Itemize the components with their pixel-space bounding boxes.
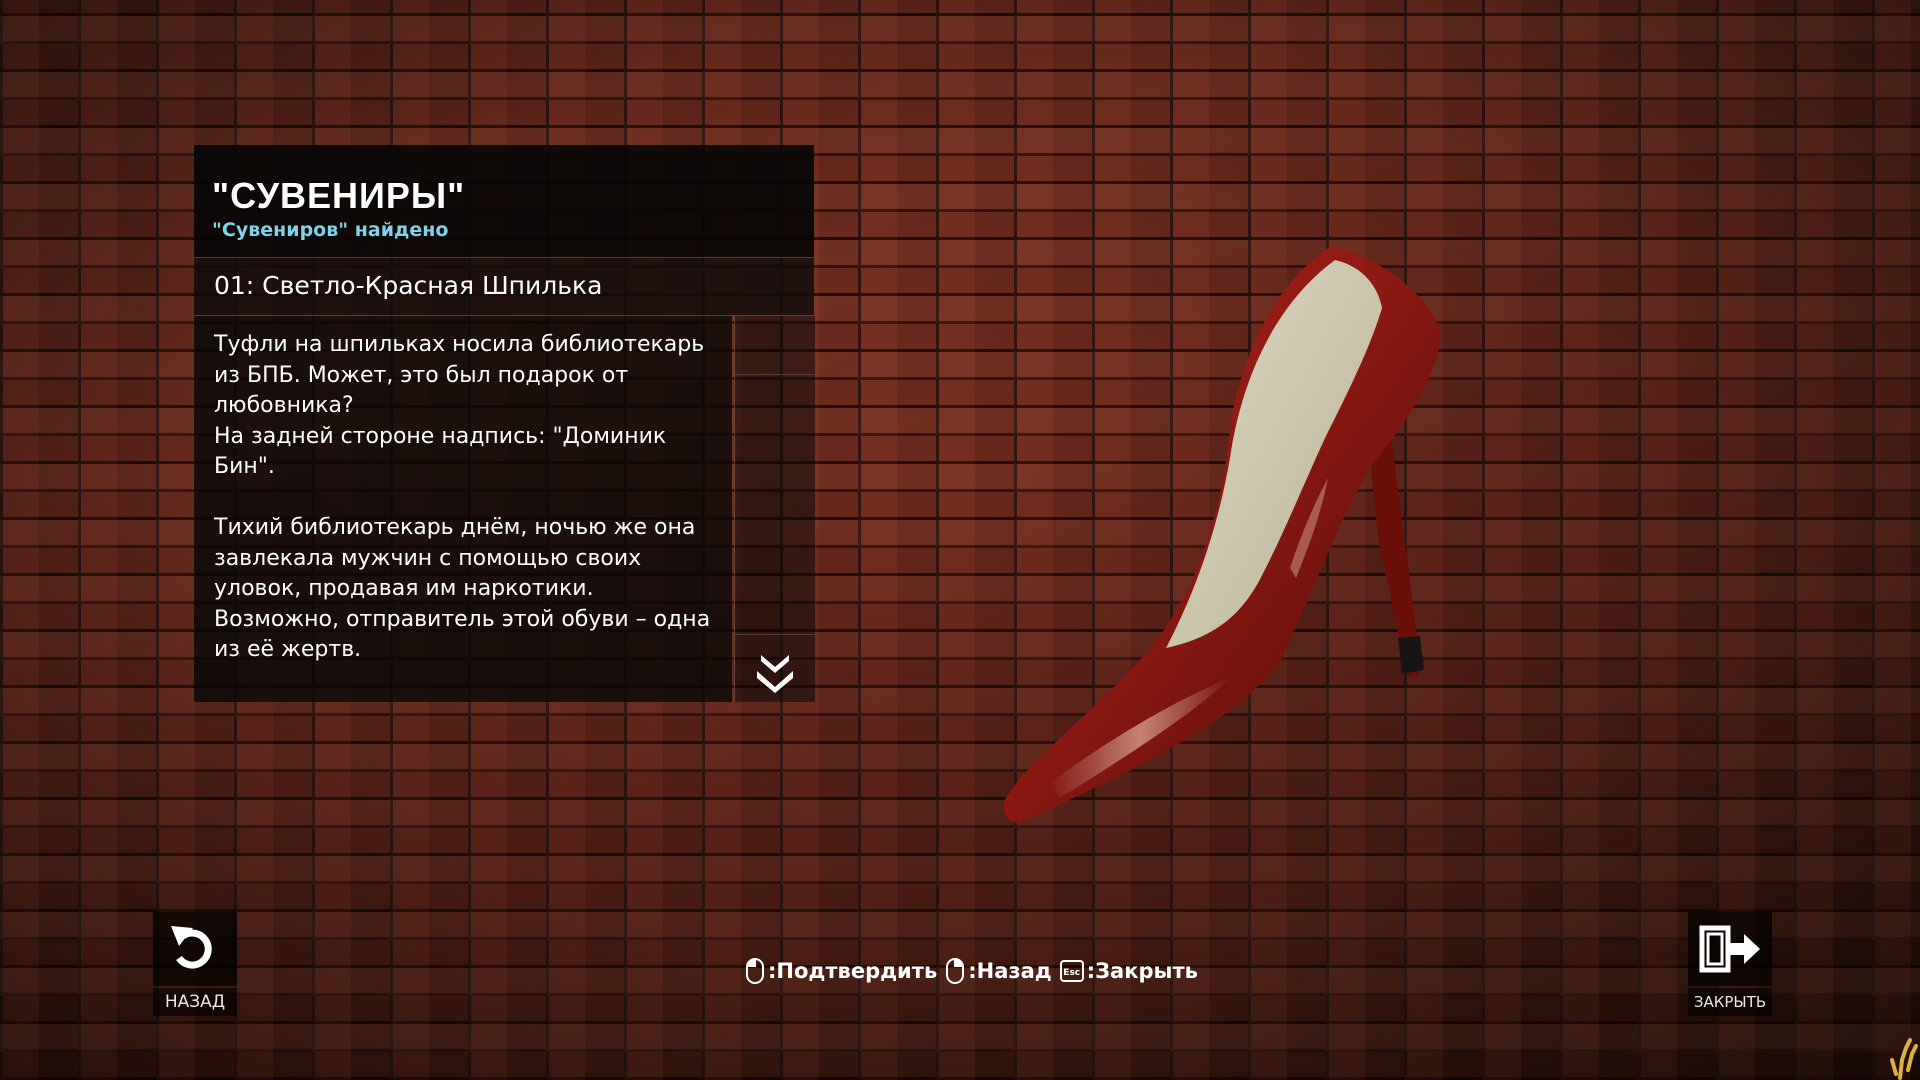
close-button-icon-box <box>1688 912 1772 986</box>
scroll-cell <box>735 634 815 635</box>
selected-item-row[interactable]: 01: Светло-Красная Шпилька <box>194 258 814 316</box>
undo-arrow-icon <box>171 926 212 969</box>
description-box: Туфли на шпильках носила библиотекарь из… <box>194 316 732 702</box>
esc-key-icon: Esc <box>1059 960 1084 982</box>
control-hints-bar: :Подтвердить :Назад Esc :Закрыть <box>745 955 1206 987</box>
panel-subtitle: "Сувениров" найдено <box>212 219 449 241</box>
close-button[interactable]: ЗАКРЫТЬ <box>1688 912 1772 1016</box>
red-stiletto-shoe-image <box>1003 246 1441 823</box>
close-button-label: ЗАКРЫТЬ <box>1688 988 1772 1016</box>
back-button-label: НАЗАД <box>153 988 237 1016</box>
scroll-column[interactable] <box>734 316 815 702</box>
item-description: Туфли на шпильках носила библиотекарь из… <box>214 332 711 662</box>
confirm-hint-text: :Подтвердить <box>768 959 938 983</box>
souvenir-info-panel: "СУВЕНИРЫ" "Сувениров" найдено 01: Светл… <box>194 145 815 702</box>
back-hint-text: :Назад <box>968 959 1052 983</box>
panel-header: "СУВЕНИРЫ" "Сувениров" найдено <box>194 145 814 258</box>
scroll-cell <box>735 316 815 375</box>
confirm-hint: :Подтвердить <box>745 957 937 985</box>
back-button-icon-box <box>153 912 237 986</box>
back-hint: :Назад <box>945 957 1052 985</box>
exit-door-icon <box>1699 925 1760 973</box>
souvenir-viewer-screen: "СУВЕНИРЫ" "Сувениров" найдено 01: Светл… <box>0 0 1920 1080</box>
mouse-left-click-icon <box>746 958 764 984</box>
hand-cursor-icon <box>1890 1038 1918 1080</box>
double-chevron-down-icon[interactable] <box>753 651 797 695</box>
close-hint: Esc :Закрыть <box>1059 959 1198 983</box>
close-hint-text: :Закрыть <box>1086 959 1198 983</box>
mouse-right-click-icon <box>946 958 965 984</box>
panel-title: "СУВЕНИРЫ" <box>212 175 466 216</box>
item-name: 01: Светло-Красная Шпилька <box>214 271 603 300</box>
back-button[interactable]: НАЗАД <box>153 912 237 1016</box>
